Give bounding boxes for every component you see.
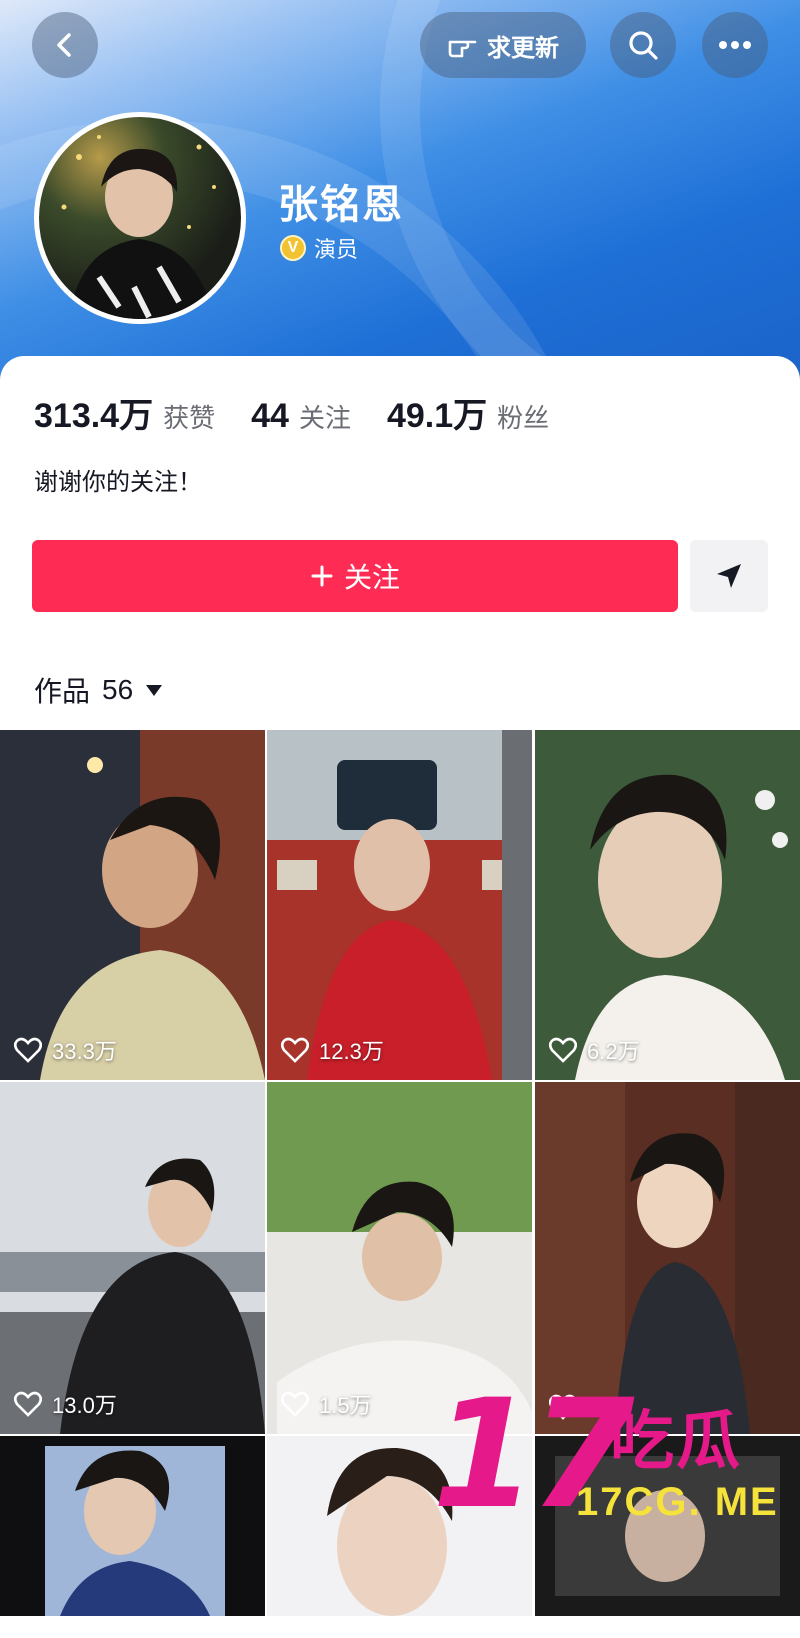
stat-likes[interactable]: 313.4万 获赞 [34, 388, 215, 437]
stat-likes-label: 获赞 [163, 403, 216, 433]
follow-button[interactable]: 关注 [32, 540, 678, 612]
watermark-logo: 17 吃瓜 17CG. ME [432, 1380, 792, 1540]
video-thumbnail [0, 730, 265, 1080]
stat-following-label: 关注 [298, 403, 351, 433]
stat-likes-value: 313.4万 [34, 397, 154, 435]
heart-icon [14, 1037, 42, 1063]
search-icon [629, 31, 658, 60]
likes-value: 1.5万 [319, 1393, 372, 1418]
stat-followers[interactable]: 49.1万 粉丝 [387, 388, 549, 437]
likes-count: 6.2万 [549, 1034, 640, 1066]
share-button[interactable] [690, 540, 768, 612]
video-thumbnail [535, 730, 800, 1080]
video-thumbnail [0, 1082, 265, 1434]
likes-value: 33.3万 [52, 1039, 117, 1064]
video-tile[interactable]: 12.3万 [267, 730, 532, 1080]
stat-followers-value: 49.1万 [386, 397, 488, 435]
search-button[interactable] [610, 12, 676, 78]
works-count: 56 [102, 674, 134, 705]
avatar-image [61, 135, 216, 319]
avatar[interactable] [34, 112, 246, 324]
heart-icon [549, 1037, 577, 1063]
back-button[interactable] [32, 12, 98, 78]
video-thumbnail [0, 1436, 265, 1616]
watermark-url: 17CG. ME [576, 1480, 779, 1524]
likes-value: 6.2万 [587, 1039, 640, 1064]
plus-icon [311, 565, 333, 587]
likes-value: 13.0万 [52, 1393, 117, 1418]
video-tile[interactable]: 13.0万 [0, 1082, 265, 1434]
request-update-label: 求更新 [487, 34, 559, 62]
stats-row: 313.4万 获赞 44 关注 49.1万 粉丝 [34, 388, 585, 437]
more-button[interactable] [702, 12, 768, 78]
request-update-button[interactable]: 求更新 [420, 12, 586, 78]
stat-following-value: 44 [251, 397, 289, 435]
video-tile[interactable]: 6.2万 [535, 730, 800, 1080]
video-tile[interactable]: 33.3万 [0, 730, 265, 1080]
works-tab[interactable]: 作品 56 [34, 670, 163, 710]
verified-title: 演员 [314, 237, 359, 262]
back-icon [57, 33, 71, 57]
likes-count: 13.0万 [14, 1388, 117, 1420]
more-icon [719, 41, 751, 49]
bio-text: 谢谢你的关注！ [34, 469, 202, 496]
profile-name: 张铭恩 [278, 183, 404, 227]
stat-following[interactable]: 44 关注 [251, 397, 351, 436]
send-icon [717, 564, 741, 588]
follow-label: 关注 [343, 562, 400, 593]
stat-followers-label: 粉丝 [497, 403, 550, 433]
likes-value: 12.3万 [319, 1039, 384, 1064]
works-label: 作品 [34, 676, 91, 707]
likes-count: 12.3万 [281, 1034, 384, 1066]
likes-count: 1.5万 [281, 1388, 372, 1420]
heart-icon [281, 1391, 309, 1417]
likes-count: 33.3万 [14, 1034, 117, 1066]
video-thumbnail [267, 730, 532, 1080]
verified-badge-icon: V [280, 235, 306, 261]
hand-point-icon [448, 40, 477, 58]
caret-down-icon [146, 685, 163, 696]
heart-icon [14, 1391, 42, 1417]
heart-icon [281, 1037, 309, 1063]
verified-title-row: V 演员 [280, 232, 358, 264]
watermark-chinese: 吃瓜 [610, 1405, 742, 1477]
video-tile[interactable] [0, 1436, 265, 1616]
